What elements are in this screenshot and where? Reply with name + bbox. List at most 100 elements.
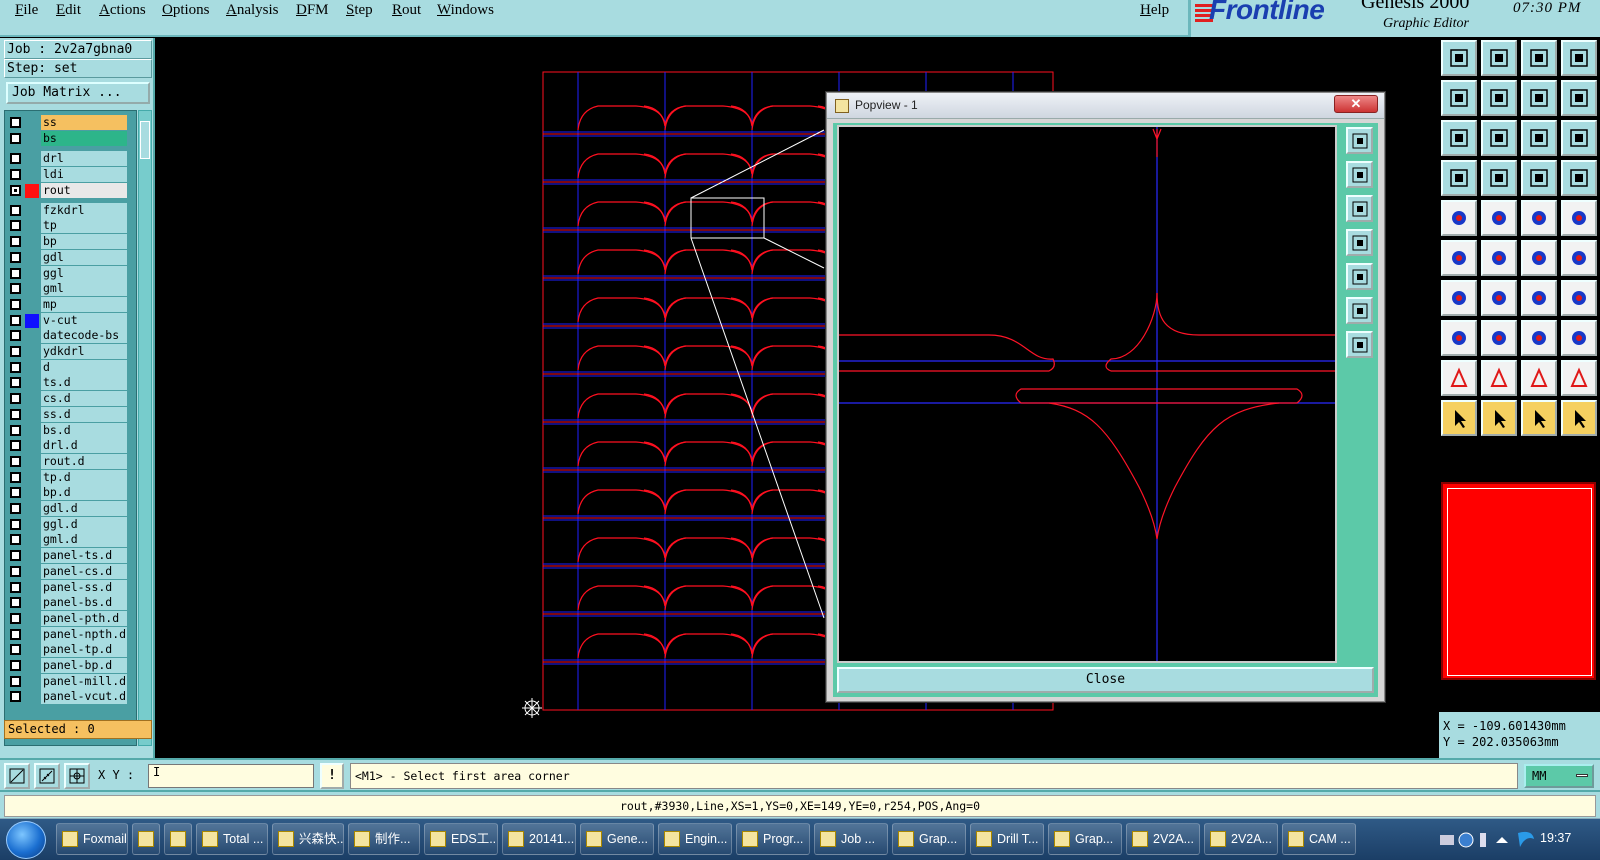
pan-up-button[interactable] — [1346, 161, 1373, 188]
cross-tool-button[interactable] — [1481, 240, 1517, 276]
taskbar-item[interactable]: EDS工... — [424, 823, 498, 855]
layer-row[interactable]: gdl.d — [5, 501, 136, 516]
layer-row[interactable]: ldi — [5, 167, 136, 182]
layer-checkbox[interactable] — [10, 675, 21, 687]
down-arrow-tool-button[interactable] — [1481, 40, 1517, 76]
node-tool-button[interactable] — [1441, 240, 1477, 276]
point-tool-button[interactable] — [1521, 240, 1557, 276]
start-button[interactable] — [6, 821, 46, 859]
menu-options[interactable]: Options — [162, 2, 210, 19]
circle-tool-button[interactable] — [1561, 200, 1597, 236]
layer-row[interactable]: ss — [5, 115, 136, 130]
layer-row[interactable]: drl.d — [5, 438, 136, 454]
layer-row[interactable]: bp.d — [5, 485, 136, 501]
menu-step[interactable]: Step — [346, 2, 373, 19]
menu-dfm[interactable]: DFM — [296, 2, 329, 19]
layer-list-scrollbar[interactable] — [138, 110, 152, 746]
layer-row[interactable]: fzkdrl — [5, 202, 136, 218]
layer-checkbox[interactable] — [10, 298, 21, 310]
job-matrix-button[interactable]: Job Matrix ... — [6, 82, 150, 104]
layer-checkbox[interactable] — [10, 314, 21, 326]
popview-titlebar[interactable]: Popview - 1 ✕ — [827, 93, 1384, 119]
layer-checkbox[interactable] — [10, 117, 21, 128]
layer-row[interactable]: ggl.d — [5, 516, 136, 532]
layer-row[interactable]: panel-pth.d — [5, 610, 136, 626]
xy-input[interactable]: I — [148, 764, 314, 788]
layer-checkbox[interactable] — [10, 440, 21, 452]
exclamation-button[interactable]: ! — [320, 763, 344, 789]
zoom-in-button[interactable] — [1346, 127, 1373, 154]
layer-checkbox[interactable] — [10, 503, 21, 514]
layer-swap-tool-button[interactable] — [1561, 160, 1597, 196]
surface-tool-button[interactable] — [1481, 200, 1517, 236]
taskbar-item[interactable]: Foxmail — [56, 823, 128, 855]
help-tool-button[interactable] — [1561, 120, 1597, 156]
taskbar-item[interactable] — [132, 823, 160, 855]
layer-checkbox[interactable] — [10, 518, 21, 530]
taskbar-item[interactable]: Job ... — [814, 823, 888, 855]
layer-row[interactable]: ts.d — [5, 375, 136, 391]
units-dropdown[interactable]: MM — [1524, 764, 1594, 788]
taskbar-item[interactable]: 2V2A... — [1204, 823, 1278, 855]
grid-button[interactable] — [64, 763, 90, 789]
layer-row[interactable]: d — [5, 359, 136, 375]
taskbar-item[interactable]: Drill T... — [970, 823, 1044, 855]
layer-row[interactable]: tp — [5, 218, 136, 234]
copy-tool-button[interactable] — [1561, 320, 1597, 356]
layer-row[interactable]: gml — [5, 281, 136, 297]
layer-checkbox[interactable] — [10, 346, 21, 357]
taskbar-item[interactable]: Progr... — [736, 823, 810, 855]
layer-row[interactable]: tp.d — [5, 469, 136, 485]
arc-tool-button[interactable] — [1521, 280, 1557, 316]
layer-row[interactable]: ss.d — [5, 406, 136, 422]
layer-checkbox[interactable] — [10, 153, 21, 164]
layer-row[interactable]: panel-mill.d — [5, 673, 136, 689]
taskbar-item[interactable]: Engin... — [658, 823, 732, 855]
layer-row[interactable]: v-cut — [5, 312, 136, 328]
text-tool-button[interactable] — [1561, 280, 1597, 316]
menu-edit[interactable]: Edit — [56, 2, 81, 19]
layer-row[interactable]: rout.d — [5, 453, 136, 469]
layer-checkbox[interactable] — [10, 612, 21, 624]
taskbar-item[interactable]: 2V2A... — [1126, 823, 1200, 855]
pan-down-button[interactable] — [1346, 195, 1373, 222]
measure-mode-button[interactable] — [34, 763, 60, 789]
layer-row[interactable]: cs.d — [5, 391, 136, 407]
select-pad-tool-button[interactable] — [1441, 320, 1477, 356]
pointer-circle-tool-button[interactable] — [1521, 400, 1557, 436]
layer-row[interactable]: panel-ts.d — [5, 548, 136, 564]
zoom-fit-tool-button[interactable] — [1441, 120, 1477, 156]
undo-tool-button[interactable] — [1521, 80, 1557, 116]
layer-row[interactable]: drl — [5, 151, 136, 166]
line-angle-tool-button[interactable] — [1441, 280, 1477, 316]
center-button[interactable] — [1346, 331, 1373, 358]
pointer-tool-button[interactable] — [1441, 400, 1477, 436]
layer-checkbox[interactable] — [10, 204, 21, 216]
taskbar-item[interactable]: 20141... — [502, 823, 576, 855]
layer-checkbox[interactable] — [10, 393, 21, 405]
layer-checkbox[interactable] — [10, 424, 21, 436]
layer-checkbox[interactable] — [10, 550, 21, 562]
triangle-c-tool-button[interactable] — [1561, 360, 1597, 396]
layer-row[interactable]: panel-npth.d — [5, 626, 136, 642]
pointer-route-tool-button[interactable] — [1561, 400, 1597, 436]
layer-checkbox[interactable] — [10, 660, 21, 671]
layer-row[interactable]: panel-tp.d — [5, 642, 136, 658]
menu-file[interactable]: File — [15, 2, 38, 19]
popview-canvas[interactable] — [837, 125, 1337, 663]
triangle-a-tool-button[interactable] — [1481, 360, 1517, 396]
layer-row[interactable]: ydkdrl — [5, 344, 136, 359]
taskbar-item[interactable]: 兴森快... — [272, 823, 344, 855]
measure-tool-button[interactable] — [1441, 160, 1477, 196]
menu-analysis[interactable]: Analysis — [226, 2, 279, 19]
layer-row[interactable]: panel-bp.d — [5, 658, 136, 673]
left-arrow-tool-button[interactable] — [1441, 80, 1477, 116]
menu-windows[interactable]: Windows — [437, 2, 494, 19]
layer-checkbox[interactable] — [10, 581, 21, 593]
layer-checkbox[interactable] — [10, 691, 21, 703]
layer-checkbox[interactable] — [10, 408, 21, 420]
taskbar-item[interactable]: 制作... — [348, 823, 420, 855]
triangle-b-tool-button[interactable] — [1521, 360, 1557, 396]
layer-checkbox[interactable] — [10, 330, 21, 342]
layer-checkbox[interactable] — [10, 565, 21, 577]
